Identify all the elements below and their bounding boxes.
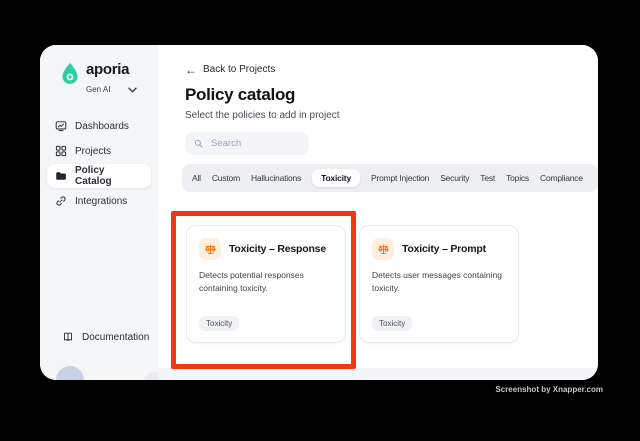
projects-grid-icon <box>55 145 67 157</box>
policy-card-description: Detects user messages containing toxicit… <box>372 270 502 293</box>
sidebar-nav: Dashboards Projects Policy Catalog Integ… <box>40 114 158 213</box>
policy-card-tag: Toxicity <box>199 316 240 331</box>
sidebar-item-label: Integrations <box>75 195 128 207</box>
sidebar-item-label: Dashboards <box>75 120 129 132</box>
filter-tabs: All Custom Hallucinations Toxicity Promp… <box>182 164 598 192</box>
policy-card-title: Toxicity – Prompt <box>402 243 486 255</box>
workspace-switcher[interactable]: aporia Gen AI <box>40 45 158 98</box>
back-link-label: Back to Projects <box>203 64 276 75</box>
tab-compliance[interactable]: Compliance <box>540 169 583 187</box>
page-title: Policy catalog <box>185 85 296 104</box>
tab-topics[interactable]: Topics <box>506 169 529 187</box>
policy-card-toxicity-response[interactable]: Toxicity – Response Detects potential re… <box>186 225 346 343</box>
dashboard-icon <box>55 121 67 132</box>
chevron-down-icon[interactable] <box>128 80 138 98</box>
aporia-logo-icon <box>60 62 80 93</box>
app-window: aporia Gen AI Dashboards Projects Policy… <box>40 45 598 380</box>
sidebar-item-label: Documentation <box>82 331 150 343</box>
tab-hallucinations[interactable]: Hallucinations <box>251 169 301 187</box>
sidebar-item-label: Policy Catalog <box>75 165 112 187</box>
sidebar-item-integrations[interactable]: Integrations <box>47 189 151 213</box>
scales-icon <box>199 238 221 260</box>
workspace-name: Gen AI <box>86 84 111 94</box>
avatar-partial <box>56 366 84 380</box>
policy-card-description: Detects potential responses containing t… <box>199 270 304 293</box>
policy-card-title: Toxicity – Response <box>229 243 326 255</box>
sidebar-item-policy-catalog[interactable]: Policy Catalog <box>47 164 151 188</box>
tab-toxicity[interactable]: Toxicity <box>312 169 360 187</box>
policy-card-list: Toxicity – Response Detects potential re… <box>186 225 519 343</box>
folder-icon <box>56 172 66 180</box>
search-icon <box>194 139 203 148</box>
bottom-strip <box>158 368 598 380</box>
link-icon <box>56 196 66 206</box>
sidebar-item-documentation[interactable]: Documentation <box>54 325 149 349</box>
policy-card-toxicity-prompt[interactable]: Toxicity – Prompt Detects user messages … <box>359 225 519 343</box>
tab-test[interactable]: Test <box>480 169 495 187</box>
main-content: ← Back to Projects Policy catalog Select… <box>158 45 598 380</box>
watermark-text: Screenshot by Xnapper.com <box>495 385 603 394</box>
search-input[interactable] <box>209 137 300 150</box>
tab-security[interactable]: Security <box>440 169 469 187</box>
sidebar-item-label: Projects <box>75 145 112 157</box>
back-to-projects-link[interactable]: ← Back to Projects <box>185 62 276 77</box>
brand-name: aporia <box>86 61 130 78</box>
tab-custom[interactable]: Custom <box>212 169 240 187</box>
sidebar-item-projects[interactable]: Projects <box>47 139 151 163</box>
scales-icon <box>372 238 394 260</box>
sidebar-item-dashboards[interactable]: Dashboards <box>47 114 151 138</box>
search-box[interactable] <box>185 132 309 155</box>
tab-prompt-injection[interactable]: Prompt Injection <box>371 169 429 187</box>
policy-card-tag: Toxicity <box>372 316 413 331</box>
back-arrow-icon: ← <box>185 62 197 77</box>
tab-all[interactable]: All <box>192 169 201 187</box>
page-subtitle: Select the policies to add in project <box>185 110 340 121</box>
sidebar: aporia Gen AI Dashboards Projects Policy… <box>40 45 167 380</box>
book-icon <box>64 332 72 341</box>
